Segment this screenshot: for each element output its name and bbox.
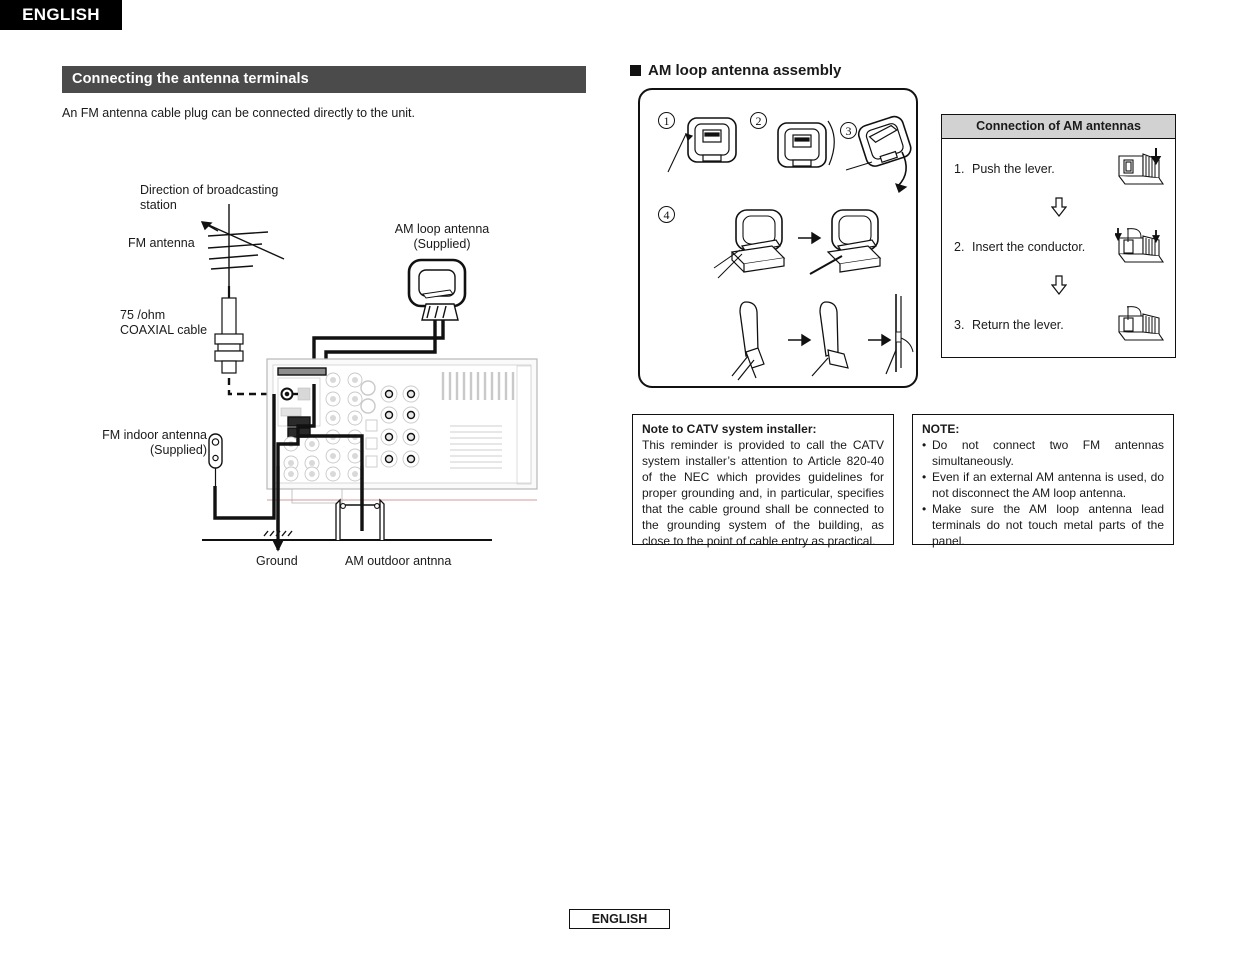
note-item-text: Make sure the AM loop antenna lead termi… (932, 502, 1164, 548)
catv-note-box: Note to CATV system installer: This remi… (632, 414, 894, 548)
assembly-step4-rowA-icon (713, 209, 882, 279)
note-list-item: • Do not connect two FM antennas simulta… (922, 437, 1164, 469)
fm-yagi-antenna-icon (200, 204, 285, 286)
left-column: Connecting the antenna terminals An FM a… (62, 66, 607, 568)
step-number-4: 4 (658, 206, 675, 223)
table-row: 3. Return the lever. (942, 297, 1175, 353)
label-am-loop-antenna: AM loop antenna (Supplied) (394, 222, 490, 251)
assembly-step2-icon (777, 120, 835, 168)
insert-conductor-icon (1115, 226, 1167, 268)
footer-label: ENGLISH (591, 912, 648, 926)
label-direction-of-broadcasting-station: Direction of broadcasting station (140, 183, 279, 212)
bullet-icon: • (922, 470, 927, 484)
step-number-3: 3 (840, 122, 857, 139)
page-footer: ENGLISH (569, 909, 670, 929)
label-fm-antenna: FM antenna (128, 236, 195, 250)
section-title-text: Connecting the antenna terminals (72, 71, 309, 87)
step-text: Push the lever. (972, 162, 1055, 176)
language-tab-label: ENGLISH (22, 5, 100, 24)
intro-paragraph: An FM antenna cable plug can be connecte… (62, 106, 416, 120)
label-am-outdoor-antenna: AM outdoor antnna (345, 554, 452, 568)
push-lever-icon (1115, 148, 1167, 190)
step-number-2: 2 (750, 112, 767, 129)
am-connection-table: Connection of AM antennas 1. Push the le… (941, 114, 1176, 358)
catv-note-body: This reminder is provided to call the CA… (642, 438, 884, 548)
label-coaxial-cable: 75 /ohm COAXIAL cable (120, 308, 208, 337)
label-fm-indoor-antenna: FM indoor antenna (Supplied) (102, 428, 207, 457)
step-index: 2. (954, 240, 965, 254)
note-box: NOTE: • Do not connect two FM antennas s… (912, 414, 1174, 548)
note-item-text: Do not connect two FM antennas simultane… (932, 438, 1164, 468)
am-loop-assembly-heading-text: AM loop antenna assembly (648, 62, 842, 79)
receiver-rear-panel-illustration (266, 358, 538, 504)
table-arrow-1 (942, 197, 1175, 219)
note-list-item: • Make sure the AM loop antenna lead ter… (922, 501, 1164, 549)
coaxial-plug-icon (214, 297, 244, 374)
step-index: 3. (954, 318, 965, 332)
label-ground: Ground (256, 554, 298, 568)
table-arrow-2 (942, 275, 1175, 297)
note-item-text: Even if an external AM antenna is used, … (932, 470, 1164, 500)
table-row: 1. Push the lever. (942, 141, 1175, 197)
section-title-bar: Connecting the antenna terminals (62, 66, 586, 93)
bullet-icon: • (922, 502, 927, 516)
am-loop-antenna-icon (407, 258, 467, 321)
fm-indoor-antenna-icon (208, 433, 223, 486)
antenna-connection-diagram: Direction of broadcasting station FM ant… (62, 126, 607, 568)
return-lever-icon (1115, 304, 1167, 346)
am-connection-table-header: Connection of AM antennas (942, 115, 1175, 139)
am-loop-assembly-box: 1 2 3 4 (638, 88, 918, 388)
assembly-artwork (667, 115, 914, 381)
square-bullet-icon (630, 65, 641, 76)
right-column: AM loop antenna assembly 1 2 3 4 Connect… (630, 62, 1190, 388)
step-index: 1. (954, 162, 965, 176)
step-number-1: 1 (658, 112, 675, 129)
am-loop-assembly-heading: AM loop antenna assembly (630, 62, 1190, 79)
step-text: Insert the conductor. (972, 240, 1086, 254)
table-row: 2. Insert the conductor. (942, 219, 1175, 275)
catv-note-title: Note to CATV system installer: (642, 422, 817, 436)
note-title: NOTE: (922, 422, 960, 436)
step-text: Return the lever. (972, 318, 1064, 332)
assembly-step1-icon (667, 117, 737, 173)
assembly-step4-rowB-icon (731, 294, 914, 381)
bullet-icon: • (922, 438, 927, 452)
note-list-item: • Even if an external AM antenna is used… (922, 469, 1164, 501)
language-tab: ENGLISH (0, 0, 122, 30)
